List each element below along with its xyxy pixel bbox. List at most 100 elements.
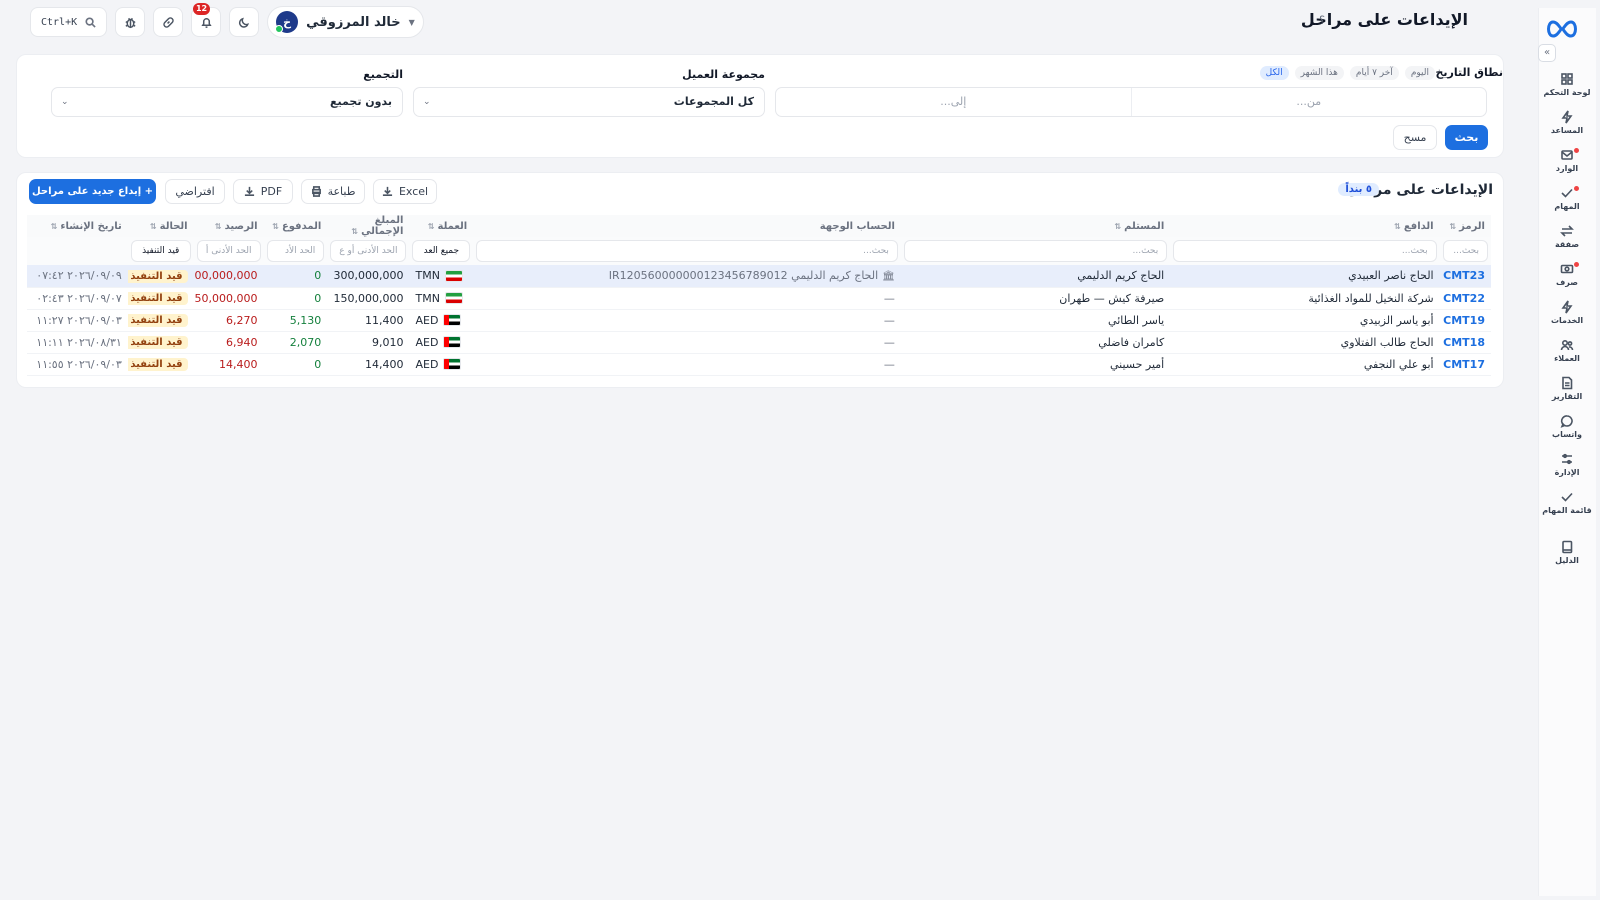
date-range-input: من... إلى... [775, 87, 1487, 117]
avatar: خ [275, 11, 299, 33]
new-installment-button[interactable]: + إيداع جديد على مراحل [29, 179, 156, 204]
column-header-currency[interactable]: العملة⇅ [409, 215, 474, 237]
table-row[interactable]: CMT23 الحاج ناصر العبيدي الحاج كريم الدليم… [27, 265, 1491, 288]
sidebar-item-check[interactable]: المهام [1538, 180, 1596, 216]
date-from-input[interactable]: من... [1132, 88, 1487, 116]
export-pdf-button[interactable]: PDF [233, 179, 293, 204]
filter-row: بحث... بحث... بحث... بحث... جميع العد ال… [27, 237, 1491, 265]
column-header-payer[interactable]: الدافع⇅ [1170, 215, 1440, 237]
payer-cell: أبو ياسر الزبيدي [1170, 309, 1440, 332]
sidebar-item-services[interactable]: الخدمات [1538, 294, 1596, 330]
column-header-paid[interactable]: المدفوع⇅ [263, 215, 328, 237]
status-badge: قيد التنفيذ [127, 314, 188, 327]
code-filter-input[interactable]: بحث... [1442, 240, 1488, 262]
table-row[interactable]: CMT22 شركة النخيل للمواد الغذائية صيرفة كي… [27, 287, 1491, 310]
chip-this-month[interactable]: هذا الشهر [1294, 66, 1344, 80]
column-header-code[interactable]: الرمز⇅ [1439, 215, 1491, 237]
print-button[interactable]: طباعة [301, 179, 365, 204]
status-filter-select[interactable]: قيد التنفيذ [130, 240, 191, 262]
code-link[interactable]: CMT18 [1443, 336, 1485, 349]
payer-cell: أبو علي النجفي [1170, 353, 1440, 376]
download-icon [382, 186, 393, 196]
services-icon [1561, 300, 1573, 313]
sidebar-item-sliders[interactable]: الإدارة [1538, 446, 1596, 482]
sidebar-item-report[interactable]: التقارير [1538, 370, 1596, 406]
column-header-total[interactable]: المبلغ الإجمالي⇅ [327, 215, 410, 237]
search-button[interactable]: بحث [1445, 125, 1488, 150]
currency-code: TMN [415, 291, 440, 305]
code-link[interactable]: CMT23 [1443, 269, 1485, 282]
column-header-balance[interactable]: الرصيد⇅ [193, 215, 264, 237]
export-excel-button[interactable]: Excel [373, 179, 437, 204]
paid-filter-input[interactable]: الحد الأد [266, 240, 325, 262]
report-icon [1562, 376, 1573, 389]
link-button[interactable] [153, 7, 184, 37]
balance-cell: 6,940 [193, 331, 264, 354]
sidebar-item-inbox[interactable]: الوارد [1538, 142, 1596, 178]
status-cell: قيد التنفيذ [127, 353, 194, 376]
chip-last-7-days[interactable]: آخر ٧ أيام [1349, 66, 1399, 80]
table-row[interactable]: CMT17 أبو علي النجفي أمير حسيني — AED 14,400 0… [27, 353, 1491, 376]
command-search-button[interactable]: Ctrl+K [30, 7, 108, 37]
user-menu[interactable]: ▼ خالد المرزوقي خ [267, 6, 424, 38]
balance-filter-input[interactable]: الحد الأدنى أ [196, 240, 261, 262]
sidebar-item-lightning[interactable]: المساعد [1538, 104, 1596, 140]
sidebar-item-label: المهام [1554, 201, 1580, 211]
column-header-recipient[interactable]: المستلم⇅ [900, 215, 1171, 237]
table-row[interactable]: CMT19 أبو ياسر الزبيدي ياسر الطائي — AED 11,4… [27, 309, 1491, 332]
currency-code: TMN [415, 269, 440, 283]
sidebar-item-label: الإدارة [1554, 467, 1580, 477]
column-header-created[interactable]: تاريخ الإنشاء⇅ [27, 215, 128, 237]
sidebar-item-chat[interactable]: واتساب [1538, 408, 1596, 444]
collapse-sidebar-button[interactable]: » [1538, 44, 1556, 62]
sidebar-item-swap[interactable]: صفقة [1538, 218, 1596, 254]
code-link[interactable]: CMT22 [1443, 292, 1485, 305]
account-cell: — [473, 331, 901, 354]
code-link[interactable]: CMT19 [1443, 314, 1485, 327]
paid-cell: 0 [263, 353, 328, 376]
chip-all[interactable]: الكل [1259, 66, 1289, 80]
created-cell: ٢٠٢٦/٠٩/٠٧ ٠٢:٤٣ [27, 287, 128, 310]
sidebar-item-cash[interactable]: صرف [1538, 256, 1596, 292]
sidebar-item-label: لوحة التحكم [1543, 87, 1591, 97]
notifications-button[interactable]: 12 [191, 3, 222, 37]
currency-filter-select[interactable]: جميع العد [412, 240, 471, 262]
clear-button[interactable]: مسح [1393, 125, 1437, 150]
balance-cell: 6,270 [193, 309, 264, 332]
column-header-status[interactable]: الحالة⇅ [127, 215, 194, 237]
shortcut-label: Ctrl+K [41, 16, 78, 28]
bug-icon [125, 17, 136, 28]
sidebar-item-tasklist[interactable]: قائمة المهام [1538, 484, 1596, 520]
sidebar-item-book[interactable]: الدليل [1538, 534, 1596, 570]
sidebar-item-users[interactable]: العملاء [1538, 332, 1596, 368]
code-link[interactable]: CMT17 [1443, 358, 1485, 371]
link-icon [162, 16, 174, 28]
help-icon[interactable]: ؟ [1314, 14, 1330, 30]
theme-toggle-button[interactable] [229, 7, 260, 37]
account-filter-input[interactable]: بحث... [476, 240, 898, 262]
currency-cell: TMN [409, 287, 474, 310]
app-logo-icon[interactable] [1545, 18, 1579, 40]
status-badge: قيد التنفيذ [127, 292, 188, 305]
payer-filter-input[interactable]: بحث... [1173, 240, 1437, 262]
grouping-select[interactable]: بدون تجميع ⌄ [51, 87, 403, 117]
account-empty: — [883, 291, 895, 305]
date-to-input[interactable]: إلى... [776, 88, 1132, 116]
sidebar-item-label: المساعد [1550, 125, 1584, 135]
printer-icon [311, 186, 321, 197]
table-row[interactable]: CMT18 الحاج طالب الفتلاوي كامران فاضلي — AED… [27, 331, 1491, 354]
total-filter-input[interactable]: الحد الأدنى أو ع [330, 240, 407, 262]
default-view-button[interactable]: افتراضي [165, 179, 225, 204]
client-group-select[interactable]: كل المجموعات ⌄ [413, 87, 765, 117]
currency-cell: AED [409, 309, 474, 332]
chip-today[interactable]: اليوم [1404, 66, 1435, 80]
debug-button[interactable] [115, 7, 146, 37]
sidebar-item-dashboard[interactable]: لوحة التحكم [1538, 66, 1596, 102]
recipient-filter-input[interactable]: بحث... [903, 240, 1168, 262]
balance-cell: 150,000,000 [193, 287, 264, 310]
moon-icon [238, 17, 249, 28]
account-empty: — [883, 357, 895, 371]
sort-icon: ⇅ [427, 221, 435, 231]
currency-cell: TMN [409, 265, 474, 288]
export-excel-label: Excel [398, 185, 429, 198]
